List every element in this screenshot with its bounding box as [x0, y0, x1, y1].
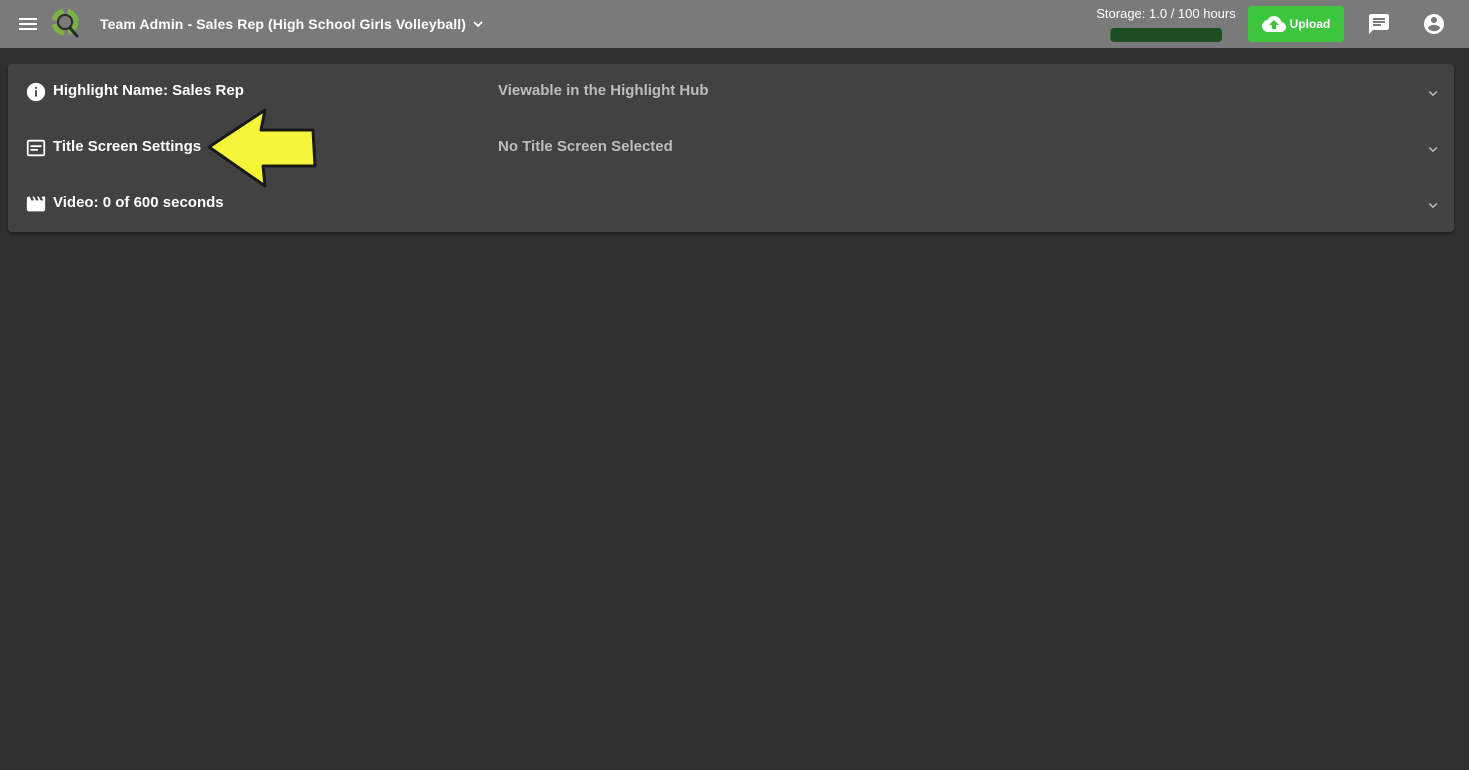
storage-indicator: Storage: 1.0 / 100 hours: [1088, 6, 1244, 42]
team-title: Team Admin - Sales Rep (High School Girl…: [100, 16, 466, 32]
row-video[interactable]: Video: 0 of 600 seconds: [8, 176, 1454, 232]
top-app-bar: Team Admin - Sales Rep (High School Girl…: [0, 0, 1469, 48]
chevron-down-icon[interactable]: [1424, 84, 1442, 102]
storage-progress-bar: [1110, 28, 1222, 42]
app-logo[interactable]: [50, 7, 82, 39]
row-highlight-name[interactable]: Highlight Name: Sales Rep Viewable in th…: [8, 64, 1454, 120]
chevron-down-icon: [473, 21, 483, 28]
chat-icon[interactable]: [1367, 12, 1391, 36]
cloud-upload-icon: [1261, 15, 1286, 32]
team-selector[interactable]: Team Admin - Sales Rep (High School Girl…: [100, 13, 486, 35]
row-status: No Title Screen Selected: [498, 138, 673, 155]
chevron-down-icon[interactable]: [1424, 140, 1442, 158]
row-title: Title Screen Settings: [53, 138, 202, 155]
hamburger-menu-icon[interactable]: [16, 12, 40, 36]
storage-progress-fill: [1110, 28, 1112, 42]
row-title: Video: 0 of 600 seconds: [53, 194, 224, 211]
movie-clapper-icon: [26, 196, 46, 212]
upload-label: Upload: [1289, 17, 1331, 31]
row-title: Highlight Name: Sales Rep: [53, 82, 244, 99]
row-title-screen-settings[interactable]: Title Screen Settings No Title Screen Se…: [8, 120, 1454, 176]
highlight-settings-panel: Highlight Name: Sales Rep Viewable in th…: [8, 64, 1454, 232]
storage-label: Storage: 1.0 / 100 hours: [1096, 6, 1236, 21]
info-icon: [26, 82, 46, 102]
account-circle-icon[interactable]: [1422, 12, 1446, 36]
subtitles-icon: [26, 139, 46, 157]
upload-button[interactable]: Upload: [1248, 6, 1344, 42]
chevron-down-icon[interactable]: [1424, 196, 1442, 214]
row-status: Viewable in the Highlight Hub: [498, 82, 709, 99]
